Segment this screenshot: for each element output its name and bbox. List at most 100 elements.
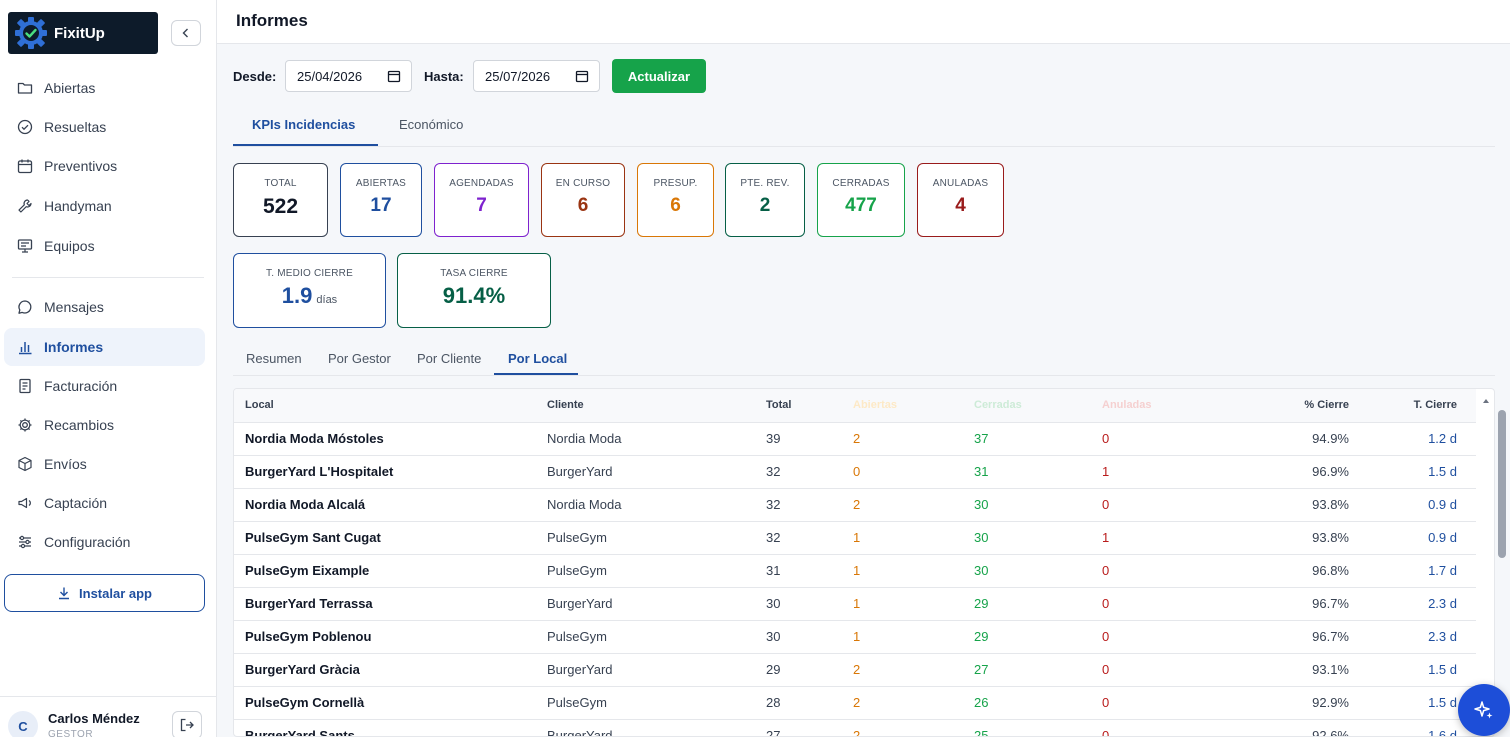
cell-local: BurgerYard Gràcia (234, 653, 547, 687)
kpi-value: 4 (955, 195, 966, 216)
cell-pct-cierre: 96.7% (1238, 620, 1368, 654)
column-header-abiertas[interactable]: Abiertas (853, 389, 974, 423)
invoice-icon (16, 377, 34, 395)
kpi-label: TASA CIERRE (440, 268, 508, 279)
cell-abiertas: 2 (853, 686, 974, 720)
column-header-anuladas[interactable]: Anuladas (1102, 389, 1238, 423)
kpi-label: ABIERTAS (355, 178, 407, 189)
ai-assistant-button[interactable] (1458, 684, 1510, 736)
kpi-unit: días (316, 294, 338, 306)
sidebar-item-facturacion[interactable]: Facturación (4, 367, 205, 405)
sidebar-item-recambios[interactable]: Recambios (4, 406, 205, 444)
cell-t-cierre: 0.9 d (1368, 521, 1476, 555)
sidebar-item-configuracion[interactable]: Configuración (4, 523, 205, 561)
app-name: FixitUp (54, 24, 105, 42)
cell-total: 28 (766, 686, 853, 720)
sidebar: FixitUp Abiertas Resueltas Preventivos H… (0, 0, 217, 737)
cell-anuladas: 0 (1102, 686, 1238, 720)
kpi-value: 6 (670, 195, 681, 216)
user-role: GESTOR (48, 729, 94, 737)
table-row[interactable]: PulseGym Eixample PulseGym 31 1 30 0 96.… (234, 554, 1476, 588)
cell-local: PulseGym Poblenou (234, 620, 547, 654)
sidebar-item-informes[interactable]: Informes (4, 328, 205, 366)
cell-cliente: PulseGym (547, 521, 766, 555)
sidebar-item-preventivos[interactable]: Preventivos (4, 147, 205, 185)
sidebar-item-handyman[interactable]: Handyman (4, 187, 205, 225)
cell-abiertas: 0 (853, 455, 974, 489)
sidebar-item-label: Captación (44, 495, 108, 511)
table-row[interactable]: BurgerYard Sants BurgerYard 27 2 25 0 92… (234, 719, 1476, 736)
table-row[interactable]: Nordia Moda Móstoles Nordia Moda 39 2 37… (234, 422, 1476, 456)
cell-t-cierre: 1.5 d (1368, 653, 1476, 687)
table-scroll-thumb[interactable] (1498, 410, 1506, 558)
table-row[interactable]: PulseGym Sant Cugat PulseGym 32 1 30 1 9… (234, 521, 1476, 555)
table-row[interactable]: BurgerYard Gràcia BurgerYard 29 2 27 0 9… (234, 653, 1476, 687)
column-header-local[interactable]: Local (234, 389, 547, 423)
sidebar-item-abiertas[interactable]: Abiertas (4, 69, 205, 107)
from-date-input[interactable]: 25/04/2026 (285, 60, 412, 92)
subtab-por-local[interactable]: Por Local (508, 351, 567, 366)
calendar-picker-icon[interactable] (575, 69, 589, 83)
table-row[interactable]: PulseGym Cornellà PulseGym 28 2 26 0 92.… (234, 686, 1476, 720)
table-row[interactable]: Nordia Moda Alcalá Nordia Moda 32 2 30 0… (234, 488, 1476, 522)
folder-icon (16, 79, 34, 97)
kpi-value: 522 (262, 195, 299, 218)
user-name: Carlos Méndez (48, 711, 140, 726)
to-date-input[interactable]: 25/07/2026 (473, 60, 600, 92)
check-circle-icon (16, 118, 34, 136)
logout-button[interactable] (172, 711, 202, 737)
chat-icon (16, 298, 34, 316)
cell-total: 39 (766, 422, 853, 456)
calendar-picker-icon[interactable] (387, 69, 401, 83)
update-button[interactable]: Actualizar (612, 59, 706, 93)
sparkle-icon (1474, 701, 1493, 719)
cell-total: 32 (766, 455, 853, 489)
table-row[interactable]: PulseGym Poblenou PulseGym 30 1 29 0 96.… (234, 620, 1476, 654)
cell-cliente: PulseGym (547, 620, 766, 654)
cell-pct-cierre: 92.6% (1238, 719, 1368, 736)
cell-pct-cierre: 93.1% (1238, 653, 1368, 687)
cell-abiertas: 1 (853, 521, 974, 555)
cell-anuladas: 0 (1102, 488, 1238, 522)
cell-anuladas: 1 (1102, 455, 1238, 489)
cell-t-cierre: 1.2 d (1368, 422, 1476, 456)
table-row[interactable]: BurgerYard L'Hospitalet BurgerYard 32 0 … (234, 455, 1476, 489)
sliders-icon (16, 533, 34, 551)
sidebar-item-resueltas[interactable]: Resueltas (4, 108, 205, 146)
sidebar-item-captacion[interactable]: Captación (4, 484, 205, 522)
column-header-total[interactable]: Total (766, 389, 853, 423)
tab-kpis-incidencias[interactable]: KPIs Incidencias (252, 117, 355, 132)
cell-abiertas: 1 (853, 587, 974, 621)
cell-cliente: Nordia Moda (547, 422, 766, 456)
subtab-resumen[interactable]: Resumen (246, 351, 302, 366)
column-header-t-cierre[interactable]: T. Cierre (1368, 389, 1476, 423)
column-header-pct-cierre[interactable]: % Cierre (1238, 389, 1368, 423)
kpi-label: PRESUP. (653, 178, 698, 189)
column-header-cerradas[interactable]: Cerradas (974, 389, 1102, 423)
top-bar: Informes (217, 0, 1510, 44)
cell-abiertas: 2 (853, 422, 974, 456)
cell-abiertas: 2 (853, 653, 974, 687)
kpi-card-anuladas: ANULADAS 4 (917, 163, 1004, 237)
cell-cerradas: 26 (974, 686, 1102, 720)
subtab-por-gestor[interactable]: Por Gestor (328, 351, 391, 366)
sidebar-item-label: Mensajes (44, 299, 104, 315)
app-logo[interactable]: FixitUp (8, 12, 158, 54)
collapse-sidebar-button[interactable] (171, 20, 201, 46)
cell-anuladas: 0 (1102, 422, 1238, 456)
sidebar-item-equipos[interactable]: Equipos (4, 227, 205, 265)
subtab-por-cliente[interactable]: Por Cliente (417, 351, 481, 366)
cell-cerradas: 27 (974, 653, 1102, 687)
cell-pct-cierre: 96.7% (1238, 587, 1368, 621)
cell-pct-cierre: 94.9% (1238, 422, 1368, 456)
tab-economico[interactable]: Económico (399, 117, 463, 132)
sidebar-item-envios[interactable]: Envíos (4, 445, 205, 483)
sidebar-item-label: Configuración (44, 534, 131, 550)
table-row[interactable]: BurgerYard Terrassa BurgerYard 30 1 29 0… (234, 587, 1476, 621)
column-header-cliente[interactable]: Cliente (547, 389, 766, 423)
cell-cliente: PulseGym (547, 686, 766, 720)
sidebar-item-label: Preventivos (44, 158, 118, 174)
sidebar-item-mensajes[interactable]: Mensajes (4, 288, 205, 326)
install-app-button[interactable]: Instalar app (4, 574, 205, 612)
kpi-card-pte-rev: PTE. REV. 2 (725, 163, 805, 237)
